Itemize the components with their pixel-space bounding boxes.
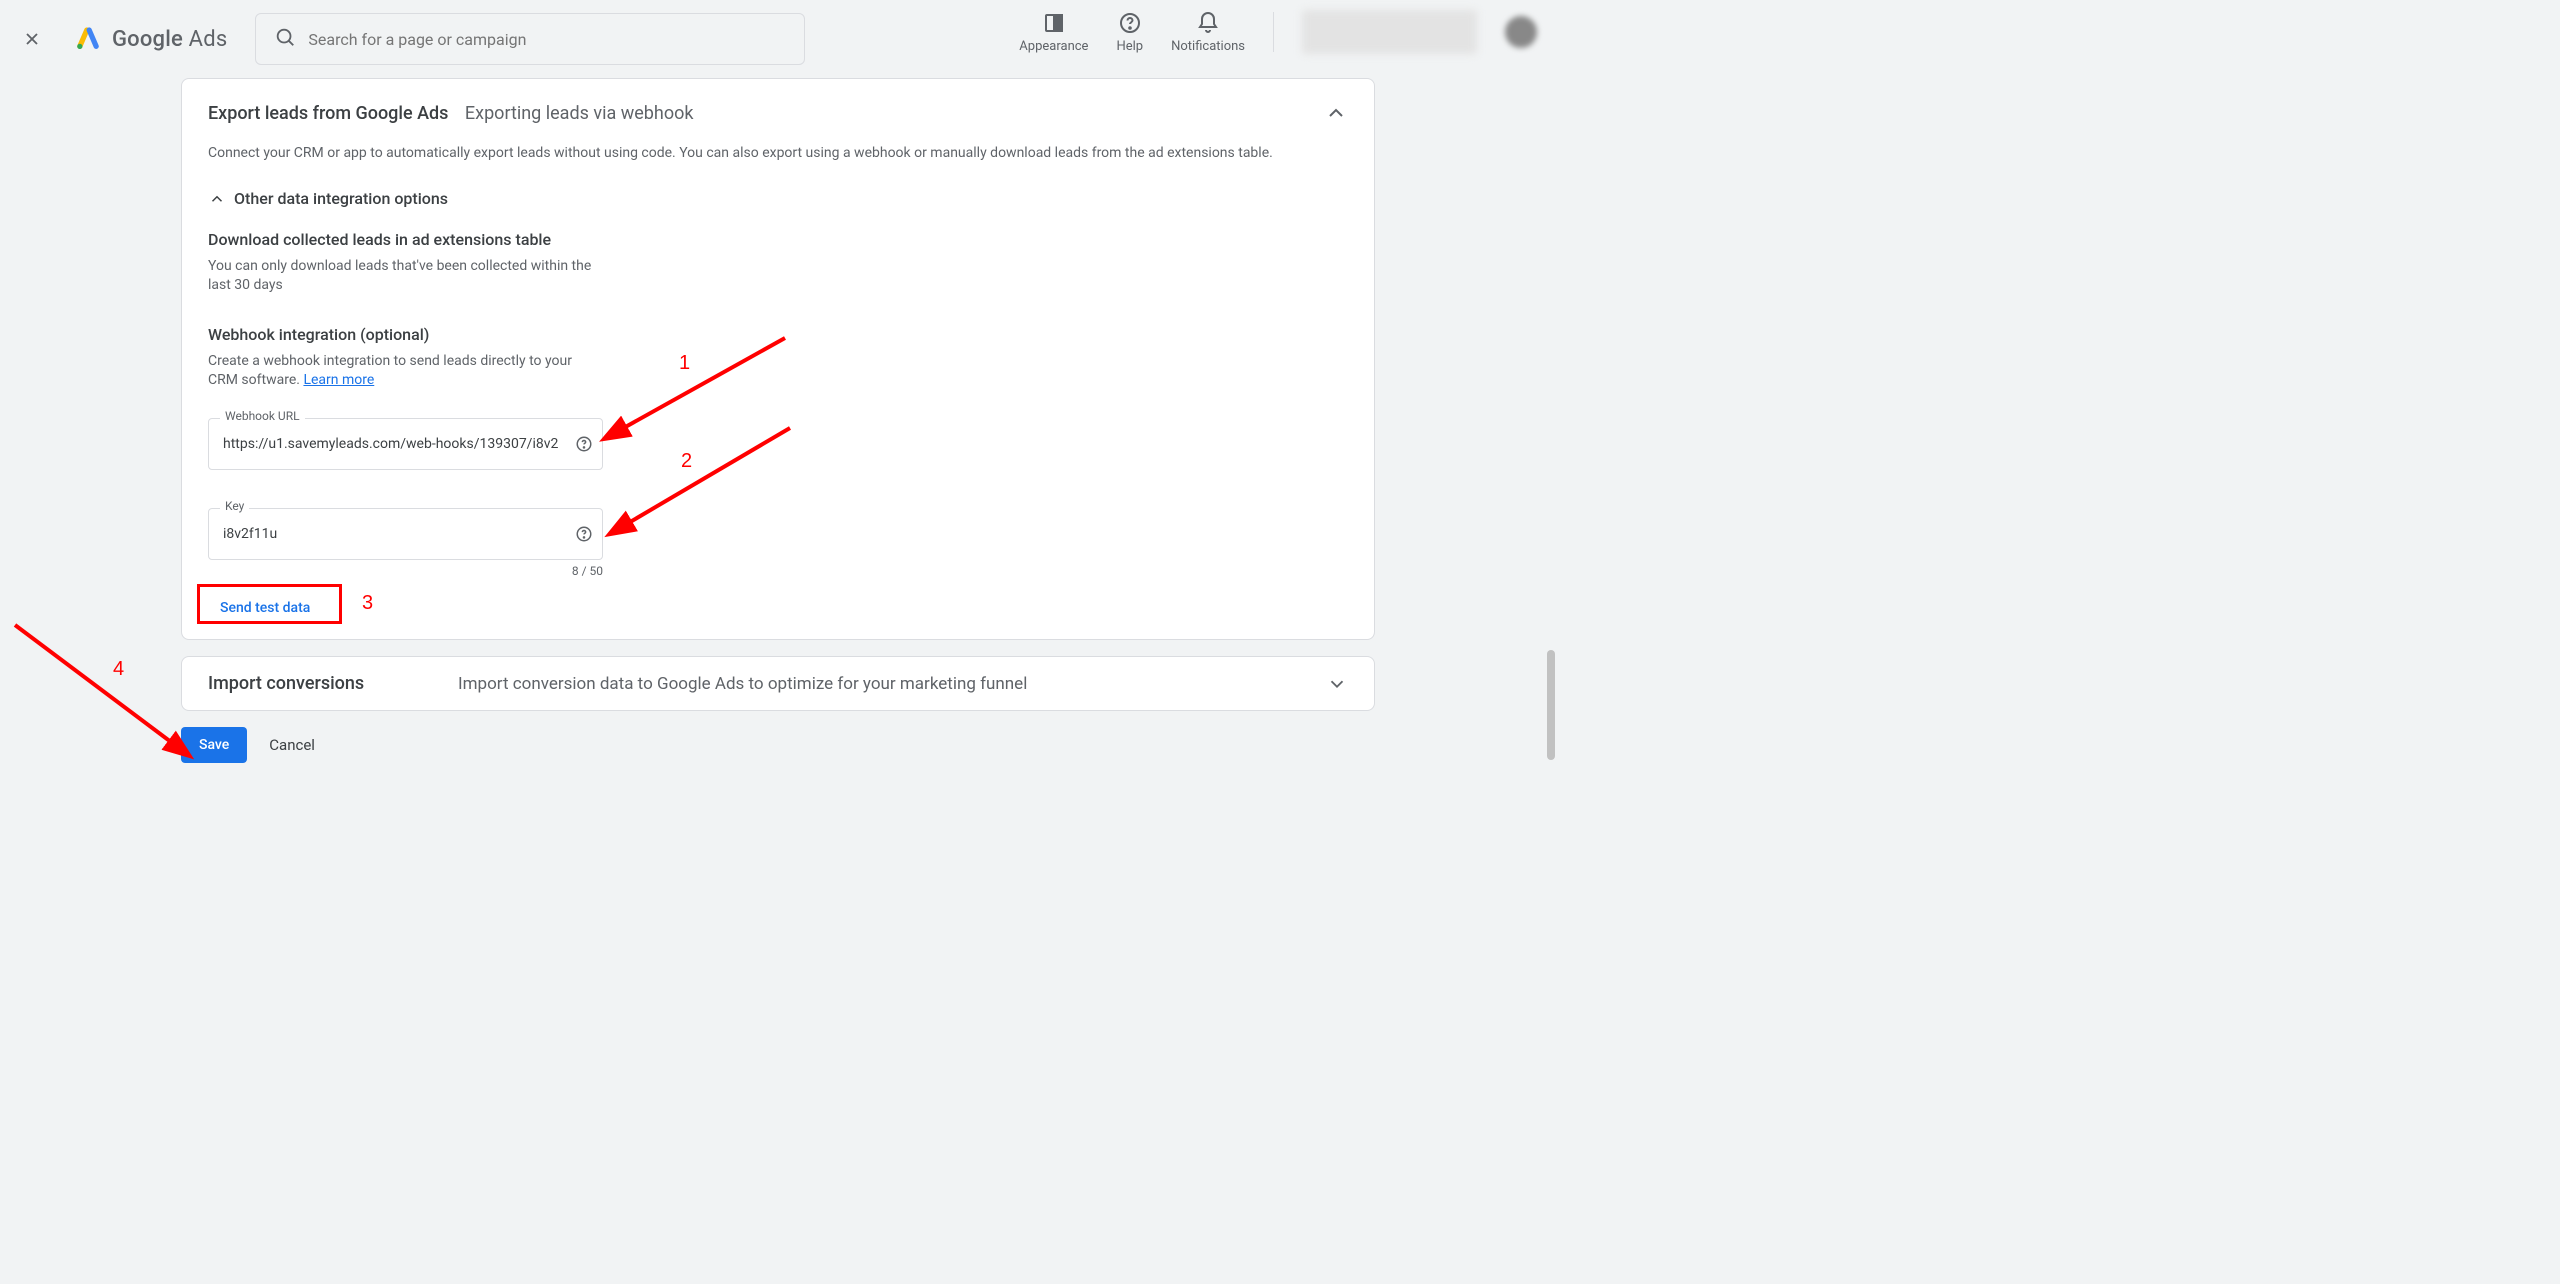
logo-text: Google Ads <box>112 27 227 52</box>
help-icon[interactable] <box>575 435 593 453</box>
avatar[interactable] <box>1505 16 1537 48</box>
search-box[interactable] <box>255 13 805 65</box>
help-icon <box>1118 11 1142 35</box>
close-icon[interactable] <box>20 27 44 51</box>
webhook-url-field: Webhook URL <box>208 418 603 470</box>
appearance-button[interactable]: Appearance <box>1019 11 1088 54</box>
download-description: You can only download leads that've been… <box>208 257 598 295</box>
webhook-header: Webhook integration (optional) <box>208 325 1348 344</box>
account-info-blurred[interactable] <box>1302 10 1477 54</box>
expand-icon[interactable] <box>1326 673 1348 695</box>
chevron-up-icon <box>208 190 226 208</box>
notifications-button[interactable]: Notifications <box>1171 11 1245 54</box>
key-counter: 8 / 50 <box>208 564 603 578</box>
help-button[interactable]: Help <box>1116 11 1143 54</box>
import-conversions-card[interactable]: Import conversions Import conversion dat… <box>181 656 1375 711</box>
google-ads-logo: Google Ads <box>74 23 227 55</box>
import-title: Import conversions <box>208 673 458 694</box>
export-leads-card: Export leads from Google Ads Exporting l… <box>181 78 1375 640</box>
collapse-icon[interactable] <box>1324 101 1348 125</box>
learn-more-link[interactable]: Learn more <box>303 372 374 388</box>
action-buttons: Save Cancel <box>181 727 315 763</box>
appearance-icon <box>1042 11 1066 35</box>
import-subtitle: Import conversion data to Google Ads to … <box>458 674 1326 694</box>
webhook-description: Create a webhook integration to send lea… <box>208 352 598 390</box>
scrollbar-thumb[interactable] <box>1547 650 1555 760</box>
webhook-url-input[interactable] <box>208 418 603 470</box>
top-bar: Google Ads Appearance Help Notifications <box>0 0 1557 78</box>
send-test-data-button[interactable]: Send test data <box>208 592 322 624</box>
other-options-toggle[interactable]: Other data integration options <box>208 189 1348 208</box>
search-input[interactable] <box>308 30 786 49</box>
cancel-button[interactable]: Cancel <box>269 736 315 754</box>
card-heading: Export leads from Google Ads Exporting l… <box>208 103 693 124</box>
ads-logo-icon <box>74 23 102 55</box>
card-description: Connect your CRM or app to automatically… <box>208 145 1348 161</box>
webhook-key-field: Key <box>208 508 603 560</box>
bell-icon <box>1196 11 1220 35</box>
search-icon <box>274 26 296 52</box>
webhook-key-input[interactable] <box>208 508 603 560</box>
download-header: Download collected leads in ad extension… <box>208 230 1348 249</box>
save-button[interactable]: Save <box>181 727 247 763</box>
help-icon[interactable] <box>575 525 593 543</box>
